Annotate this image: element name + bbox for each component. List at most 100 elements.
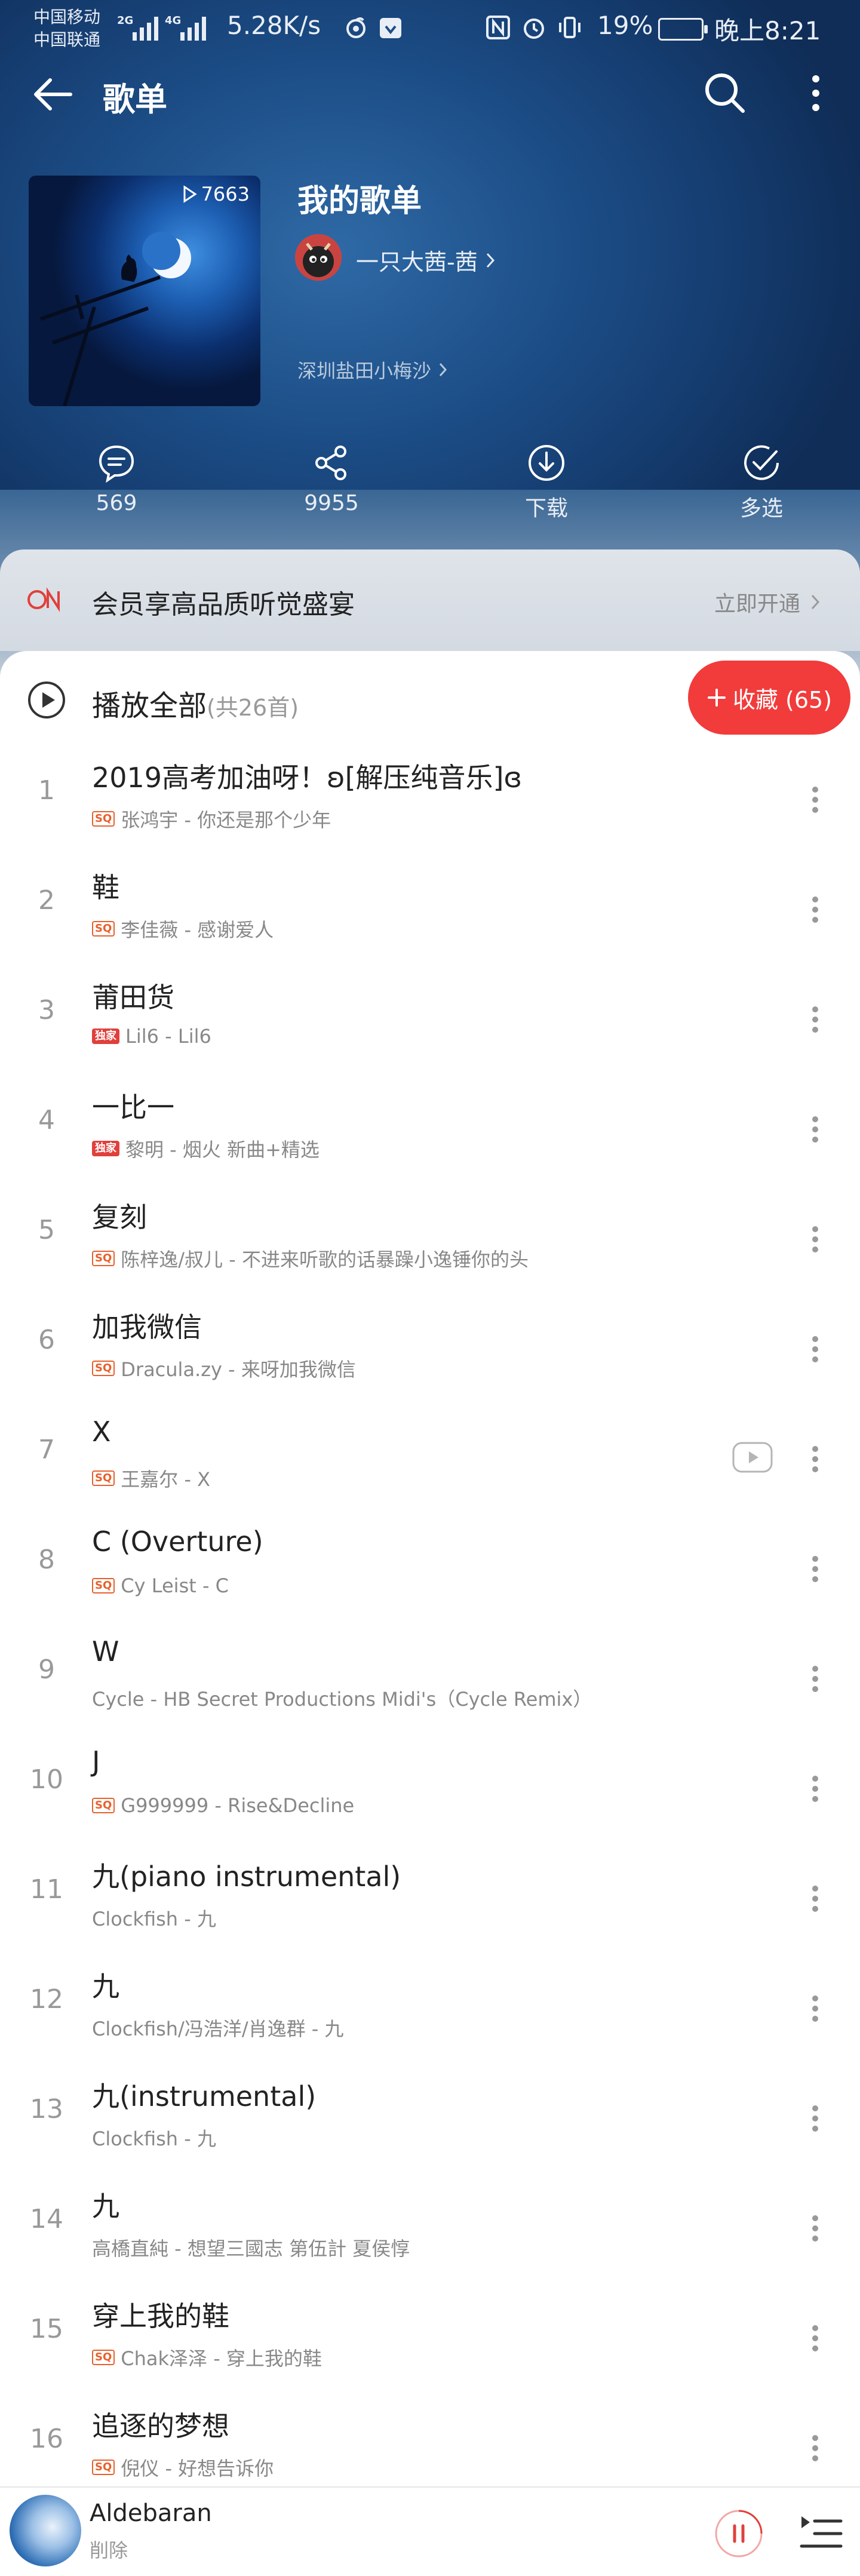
playlist-queue-icon[interactable] [797,2509,846,2558]
more-vertical-icon[interactable] [792,69,840,117]
song-index: 8 [38,1545,55,1575]
carrier-2: 中国联通 [33,30,101,50]
song-subtitle: SQ Cy Leist - C [92,1574,229,1597]
comment-button[interactable]: 569 [18,442,215,526]
song-index: 4 [38,1105,55,1135]
owner-link[interactable]: 一只大茜-茜 [356,244,496,277]
song-more-icon[interactable] [794,2421,836,2475]
playlist-cover[interactable]: 7663 [29,176,260,406]
song-more-icon[interactable] [794,993,836,1046]
song-more-icon[interactable] [794,1762,836,1816]
owner-avatar[interactable] [295,234,342,281]
signal-1-icon [133,13,158,41]
song-more-icon[interactable] [794,1982,836,2035]
song-more-icon[interactable] [794,1652,836,1706]
song-subtitle: Clockfish - 九 [92,1904,216,1932]
collect-label: 收藏 (65) [732,686,833,713]
song-title: 2019高考加油呀！ʚ[解压纯音乐]ɞ [92,762,523,794]
share-button[interactable]: 9955 [233,442,430,526]
song-row[interactable]: 8 C (Overture) SQ Cy Leist - C [0,1516,860,1626]
now-playing-cover[interactable] [10,2495,81,2566]
mini-player[interactable]: Aldebaran 削除 [0,2486,860,2576]
song-subtitle: SQ 王嘉尔 - X [92,1464,210,1492]
song-list-panel: 播放全部(共26首) 收藏 (65) 1 2019高考加油呀！ʚ[解压纯音乐]ɞ S… [0,651,860,2491]
song-more-icon[interactable] [794,883,836,937]
download-label: 下载 [524,496,568,521]
song-row[interactable]: 10 J SQ G999999 - Rise&Decline [0,1736,860,1846]
network-speed: 5.28K/s [227,11,321,40]
song-index: 2 [38,885,55,916]
song-title: X [92,1416,111,1448]
search-icon[interactable] [701,69,749,117]
song-row[interactable]: 9 W Cycle - HB Secret Productions Midi's（C… [0,1626,860,1736]
song-row[interactable]: 11 九(piano instrumental) Clockfish - 九 [0,1846,860,1955]
song-index: 7 [38,1435,55,1465]
song-artist-album: Chak泽泽 - 穿上我的鞋 [121,2347,322,2370]
song-title: 复刻 [92,1201,147,1233]
chevron-right-icon [439,363,447,377]
chevron-right-icon [811,594,820,610]
vip-open-label: 立即开通 [714,592,801,616]
song-more-icon[interactable] [794,2202,836,2255]
song-row[interactable]: 15 穿上我的鞋 SQ Chak泽泽 - 穿上我的鞋 [0,2285,860,2395]
song-artist-album: Clockfish - 九 [92,2127,216,2150]
quality-badge: SQ [92,1251,115,1266]
song-row[interactable]: 3 莆田货 独家 Lil6 - Lil6 [0,966,860,1076]
collect-button[interactable]: 收藏 (65) [688,661,850,735]
song-index: 12 [30,1984,63,2015]
song-more-icon[interactable] [794,1432,836,1486]
playlist-description[interactable]: 深圳盐田小梅沙 [297,356,448,383]
song-row[interactable]: 7 X SQ 王嘉尔 - X [0,1406,860,1516]
vip-open-link[interactable]: 立即开通 [714,587,821,618]
multi-select-icon [744,445,779,480]
chevron-right-icon [486,253,494,268]
share-count: 9955 [304,491,359,515]
song-row[interactable]: 1 2019高考加油呀！ʚ[解压纯音乐]ɞ SQ 张鸿宇 - 你还是那个少年 [0,747,860,856]
multi-select-label: 多选 [739,496,783,521]
description-text: 深圳盐田小梅沙 [297,360,432,382]
carrier-labels: 中国移动 中国联通 [33,6,100,51]
network-type-1: 2G [117,14,134,27]
song-index: 13 [30,2094,63,2124]
nfc-icon [486,16,510,39]
song-list: 1 2019高考加油呀！ʚ[解压纯音乐]ɞ SQ 张鸿宇 - 你还是那个少年 2 鞋 SQ 李… [0,747,860,2505]
quality-badge: SQ [92,811,115,827]
download-button[interactable]: 下载 [448,442,645,526]
song-index: 16 [30,2424,63,2454]
song-row[interactable]: 2 鞋 SQ 李佳薇 - 感谢爱人 [0,856,860,966]
page-title: 歌单 [103,81,167,118]
song-index: 1 [38,775,55,806]
now-playing-title: Aldebaran [90,2500,212,2527]
song-subtitle: Clockfish/冯浩洋/肖逸群 - 九 [92,2014,344,2041]
song-row[interactable]: 6 加我微信 SQ Dracula.zy - 来呀加我微信 [0,1296,860,1406]
song-row[interactable]: 5 复刻 SQ 陈梓逸/叔儿 - 不进来听歌的话暴躁小逸锤你的头 [0,1186,860,1296]
song-more-icon[interactable] [794,1103,836,1156]
play-all-icon[interactable] [26,680,67,720]
song-row[interactable]: 14 九高橋直純 - 想望三國志 第伍計 夏侯惇 [0,2175,860,2285]
song-row[interactable]: 13 九(instrumental) Clockfish - 九 [0,2065,860,2175]
song-subtitle: Cycle - HB Secret Productions Midi's（Cyc… [92,1684,592,1712]
vip-banner[interactable]: 会员享高品质听觉盛宴 立即开通 [0,549,860,651]
pause-icon[interactable] [713,2508,764,2559]
song-row[interactable]: 4 一比一 独家 黎明 - 烟火 新曲+精选 [0,1076,860,1186]
song-row[interactable]: 12 九 Clockfish/冯浩洋/肖逸群 - 九 [0,1955,860,2065]
play-all-row[interactable]: 播放全部(共26首) 收藏 (65) [0,651,860,747]
back-arrow-icon[interactable] [29,70,76,118]
song-more-icon[interactable] [794,773,836,827]
song-more-icon[interactable] [794,1872,836,1926]
mv-play-icon[interactable] [731,1439,774,1475]
song-artist-album: Clockfish - 九 [92,1908,216,1930]
song-title: J [92,1745,100,1777]
multi-select-button[interactable]: 多选 [663,442,860,526]
song-artist-album: Dracula.zy - 来呀加我微信 [121,1358,356,1381]
play-all-text: 播放全部(共26首) [92,682,299,724]
song-more-icon[interactable] [794,1322,836,1376]
song-more-icon[interactable] [794,1542,836,1596]
top-bar: 歌单 [0,60,860,125]
song-more-icon[interactable] [794,2311,836,2365]
vip-icon [27,587,60,612]
song-more-icon[interactable] [794,1212,836,1266]
song-subtitle: 独家 黎明 - 烟火 新曲+精选 [92,1135,320,1162]
song-more-icon[interactable] [794,2092,836,2145]
share-icon [315,446,346,480]
